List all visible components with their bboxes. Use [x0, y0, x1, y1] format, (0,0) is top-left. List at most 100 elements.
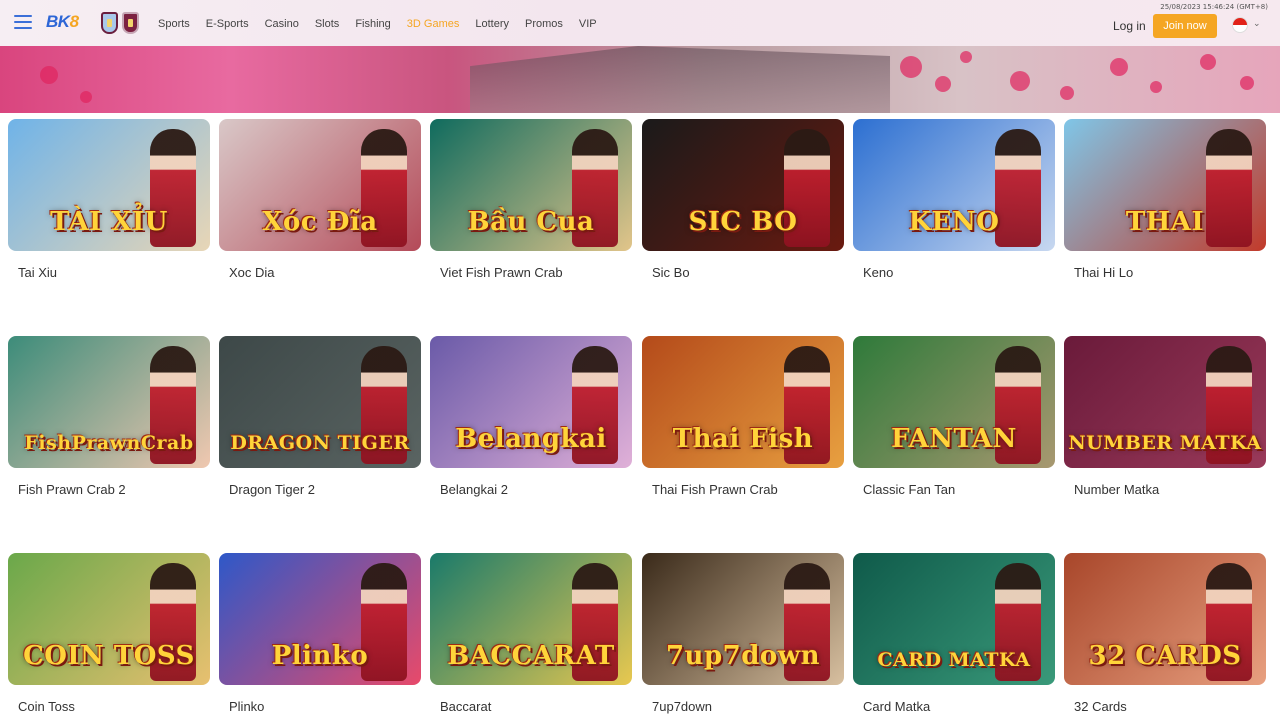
game-logo-art: FANTAN: [891, 424, 1017, 454]
game-thumbnail[interactable]: NUMBER MATKA: [1064, 336, 1266, 468]
game-thumbnail[interactable]: CARD MATKA: [853, 553, 1055, 685]
nav-item-e-sports[interactable]: E-Sports: [206, 18, 249, 30]
game-card[interactable]: Bầu Cua Viet Fish Prawn Crab: [430, 119, 632, 280]
blossom-decoration: [960, 51, 972, 63]
game-thumbnail[interactable]: 32 CARDS: [1064, 553, 1266, 685]
hero-banner: [0, 46, 1280, 113]
game-title[interactable]: Tai Xiu: [18, 265, 210, 280]
game-logo-art: THAI: [1125, 207, 1205, 237]
game-card[interactable]: FishPrawnCrab Fish Prawn Crab 2: [8, 336, 210, 497]
blossom-decoration: [935, 76, 951, 92]
game-card[interactable]: BACCARAT Baccarat: [430, 553, 632, 714]
blossom-decoration: [1060, 86, 1074, 100]
game-title[interactable]: Belangkai 2: [440, 482, 632, 497]
nav-item-3d-games[interactable]: 3D Games: [407, 18, 460, 30]
game-title[interactable]: Dragon Tiger 2: [229, 482, 421, 497]
game-card[interactable]: COIN TOSS Coin Toss: [8, 553, 210, 714]
game-title[interactable]: 32 Cards: [1074, 699, 1266, 714]
game-card[interactable]: FANTAN Classic Fan Tan: [853, 336, 1055, 497]
game-title[interactable]: Fish Prawn Crab 2: [18, 482, 210, 497]
nav-item-slots[interactable]: Slots: [315, 18, 339, 30]
game-card[interactable]: 32 CARDS 32 Cards: [1064, 553, 1266, 714]
game-logo-art: Bầu Cua: [467, 207, 595, 237]
game-thumbnail[interactable]: Bầu Cua: [430, 119, 632, 251]
blossom-decoration: [80, 91, 92, 103]
game-title[interactable]: Sic Bo: [652, 265, 844, 280]
join-now-button[interactable]: Join now: [1153, 14, 1217, 38]
nav-item-promos[interactable]: Promos: [525, 18, 563, 30]
game-thumbnail[interactable]: BACCARAT: [430, 553, 632, 685]
game-card[interactable]: THAI Thai Hi Lo: [1064, 119, 1266, 280]
game-logo-art: 7up7down: [665, 641, 821, 671]
blossom-decoration: [1110, 58, 1128, 76]
game-thumbnail[interactable]: KENO: [853, 119, 1055, 251]
logo-accent: 8: [69, 12, 79, 31]
game-title[interactable]: Baccarat: [440, 699, 632, 714]
game-title[interactable]: Thai Hi Lo: [1074, 265, 1266, 280]
hamburger-menu-icon[interactable]: [14, 15, 32, 29]
game-logo-art: KENO: [908, 207, 1000, 237]
pagoda-decoration: [470, 46, 890, 113]
game-title[interactable]: Plinko: [229, 699, 421, 714]
login-link[interactable]: Log in: [1113, 19, 1146, 33]
game-title[interactable]: Viet Fish Prawn Crab: [440, 265, 632, 280]
brand-logo[interactable]: BK8: [46, 12, 79, 32]
game-title[interactable]: Classic Fan Tan: [863, 482, 1055, 497]
game-card[interactable]: 7up7down 7up7down: [642, 553, 844, 714]
datetime-display: 25/08/2023 15:46:24 (GMT+8): [1160, 3, 1268, 11]
game-logo-art: TÀI XỈU: [50, 207, 168, 237]
blossom-decoration: [1150, 81, 1162, 93]
main-nav: Sports E-Sports Casino Slots Fishing 3D Games…: [158, 18, 613, 30]
game-card[interactable]: Belangkai Belangkai 2: [430, 336, 632, 497]
game-thumbnail[interactable]: THAI: [1064, 119, 1266, 251]
blossom-decoration: [1010, 71, 1030, 91]
game-title[interactable]: 7up7down: [652, 699, 844, 714]
game-title[interactable]: Card Matka: [863, 699, 1055, 714]
game-thumbnail[interactable]: DRAGON TIGER: [219, 336, 421, 468]
game-thumbnail[interactable]: TÀI XỈU: [8, 119, 210, 251]
game-logo-art: 32 CARDS: [1088, 641, 1242, 671]
game-title[interactable]: Keno: [863, 265, 1055, 280]
game-card[interactable]: SIC BO Sic Bo: [642, 119, 844, 280]
game-title[interactable]: Coin Toss: [18, 699, 210, 714]
blossom-decoration: [900, 56, 922, 78]
blossom-decoration: [1200, 54, 1216, 70]
nav-item-lottery[interactable]: Lottery: [475, 18, 509, 30]
game-card[interactable]: Plinko Plinko: [219, 553, 421, 714]
game-logo-art: NUMBER MATKA: [1068, 432, 1262, 454]
game-logo-art: Xóc Đĩa: [262, 207, 378, 237]
game-thumbnail[interactable]: Plinko: [219, 553, 421, 685]
game-thumbnail[interactable]: FishPrawnCrab: [8, 336, 210, 468]
nav-item-casino[interactable]: Casino: [265, 18, 299, 30]
game-thumbnail[interactable]: 7up7down: [642, 553, 844, 685]
game-thumbnail[interactable]: FANTAN: [853, 336, 1055, 468]
game-logo-art: Plinko: [271, 641, 369, 671]
game-thumbnail[interactable]: COIN TOSS: [8, 553, 210, 685]
game-thumbnail[interactable]: Xóc Đĩa: [219, 119, 421, 251]
nav-item-sports[interactable]: Sports: [158, 18, 190, 30]
game-card[interactable]: CARD MATKA Card Matka: [853, 553, 1055, 714]
game-logo-art: Thai Fish: [672, 424, 814, 454]
game-card[interactable]: Xóc Đĩa Xoc Dia: [219, 119, 421, 280]
logo-text: BK: [46, 12, 70, 31]
club-crest-icon[interactable]: [101, 12, 118, 34]
game-card[interactable]: TÀI XỈU Tai Xiu: [8, 119, 210, 280]
game-title[interactable]: Xoc Dia: [229, 265, 421, 280]
club-crest-icon[interactable]: [122, 12, 139, 34]
blossom-decoration: [40, 66, 58, 84]
game-thumbnail[interactable]: Belangkai: [430, 336, 632, 468]
top-navigation-bar: BK8 Sports E-Sports Casino Slots Fishing 3D G…: [0, 0, 1280, 46]
chevron-down-icon[interactable]: ⌄: [1253, 18, 1261, 29]
game-title[interactable]: Number Matka: [1074, 482, 1266, 497]
language-flag-icon[interactable]: [1232, 17, 1248, 33]
game-logo-art: Belangkai: [455, 424, 607, 454]
nav-item-fishing[interactable]: Fishing: [355, 18, 390, 30]
game-card[interactable]: KENO Keno: [853, 119, 1055, 280]
game-thumbnail[interactable]: Thai Fish: [642, 336, 844, 468]
game-thumbnail[interactable]: SIC BO: [642, 119, 844, 251]
nav-item-vip[interactable]: VIP: [579, 18, 597, 30]
game-card[interactable]: Thai Fish Thai Fish Prawn Crab: [642, 336, 844, 497]
game-card[interactable]: NUMBER MATKA Number Matka: [1064, 336, 1266, 497]
game-card[interactable]: DRAGON TIGER Dragon Tiger 2: [219, 336, 421, 497]
game-title[interactable]: Thai Fish Prawn Crab: [652, 482, 844, 497]
